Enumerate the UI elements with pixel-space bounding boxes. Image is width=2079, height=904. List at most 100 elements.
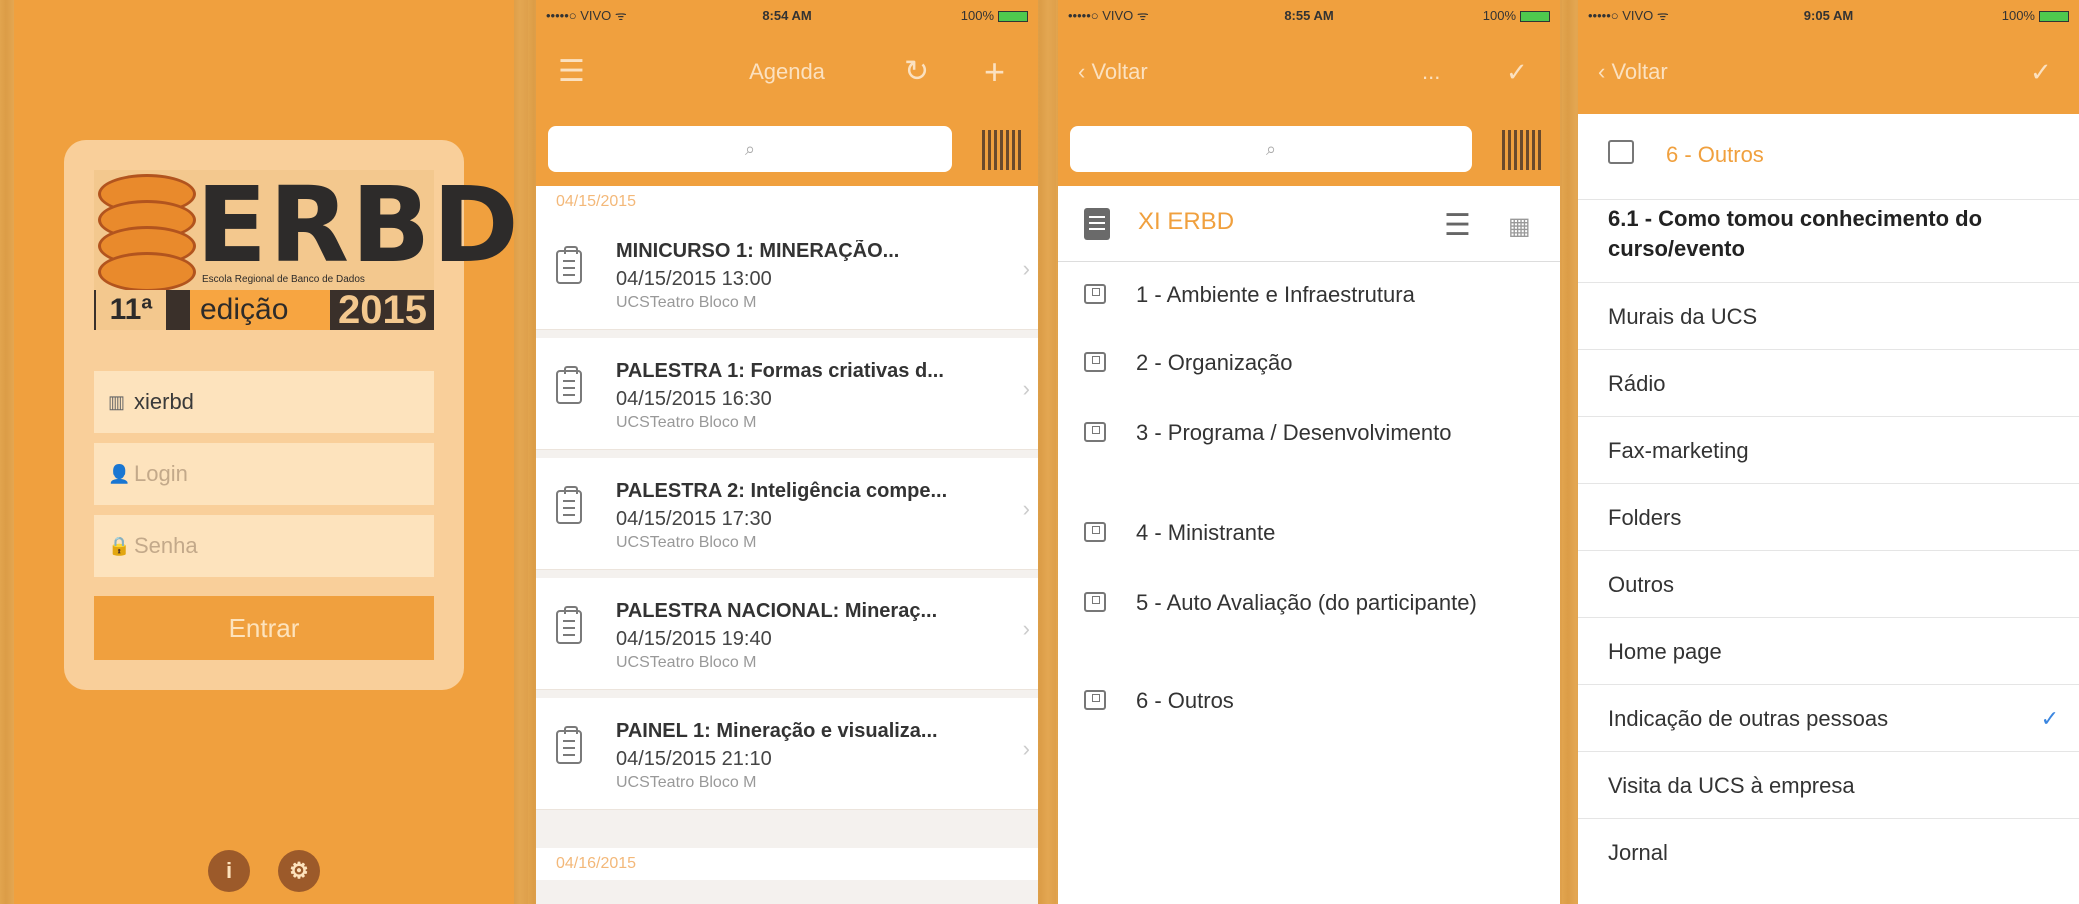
document-title: XI ERBD	[1138, 208, 1235, 235]
date-header: 04/16/2015	[536, 848, 1038, 880]
logo-year: 2015	[338, 288, 427, 332]
chevron-right-icon: ›	[1022, 256, 1030, 281]
settings-button[interactable]: ⚙	[278, 850, 320, 892]
folder-icon	[1084, 522, 1106, 542]
folder-icon	[1608, 140, 1634, 164]
confirm-check-icon[interactable]: ✓	[1506, 30, 1528, 114]
barcode-icon[interactable]	[982, 130, 1022, 170]
option-item[interactable]: Outros	[1578, 550, 2079, 617]
category-item[interactable]: 3 - Programa / Desenvolvimento	[1084, 418, 1544, 482]
option-item-selected[interactable]: Indicação de outras pessoas ✓	[1578, 684, 2079, 751]
folder-icon	[1084, 284, 1106, 304]
enter-button[interactable]: Entrar	[94, 596, 434, 660]
survey-navbar: ‹ Voltar ... ✓	[1058, 30, 1560, 114]
question-text: 6.1 - Como tomou conhecimento do curso/e…	[1608, 206, 1983, 261]
add-icon[interactable]: +	[984, 30, 1005, 114]
search-row: ⌕	[536, 114, 1038, 186]
survey-screen: •••••○ VIVO ᯤ 8:55 AM 100% ‹ Voltar ... …	[1058, 0, 1560, 904]
grid-view-icon[interactable]: ▦	[1508, 212, 1531, 241]
event-item[interactable]: PAINEL 1: Mineração e visualiza... 04/15…	[536, 698, 1038, 810]
option-item[interactable]: Jornal	[1578, 818, 2079, 885]
logo-edition-number: 11ª	[96, 290, 166, 330]
refresh-icon[interactable]: ↻	[904, 30, 929, 114]
erbd-logo: ERBD Escola Regional de Banco de Dados 1…	[94, 164, 514, 332]
login-field[interactable]: 👤 Login	[94, 443, 434, 505]
folder-icon	[1084, 690, 1106, 710]
logo-subtitle: Escola Regional de Banco de Dados	[202, 274, 365, 285]
password-field[interactable]: 🔒 Senha	[94, 515, 434, 577]
event-item[interactable]: MINICURSO 1: MINERAÇÃO... 04/15/2015 13:…	[536, 218, 1038, 330]
section-header: 6 - Outros	[1578, 114, 2079, 200]
document-icon	[1084, 208, 1110, 240]
folder-icon	[1084, 422, 1106, 442]
event-item[interactable]: PALESTRA 2: Inteligência compe... 04/15/…	[536, 458, 1038, 570]
event-item[interactable]: PALESTRA 1: Formas criativas d... 04/15/…	[536, 338, 1038, 450]
clipboard-icon	[556, 486, 582, 524]
username-field[interactable]: ▥ xierbd	[94, 371, 434, 433]
category-item[interactable]: 6 - Outros	[1084, 686, 1544, 726]
login-screen: ERBD Escola Regional de Banco de Dados 1…	[14, 0, 514, 904]
options-screen: •••••○ VIVO ᯤ 9:05 AM 100% ‹ Voltar ✓ 6 …	[1578, 0, 2079, 904]
info-button[interactable]: i	[208, 850, 250, 892]
event-item[interactable]: PALESTRA NACIONAL: Mineraç... 04/15/2015…	[536, 578, 1038, 690]
password-placeholder: Senha	[134, 533, 198, 558]
battery-icon	[1520, 10, 1551, 22]
database-icon	[98, 174, 196, 292]
option-item[interactable]: Home page	[1578, 617, 2079, 684]
agenda-navbar: ☰ Agenda ↻ +	[536, 30, 1038, 114]
search-row: ⌕	[1058, 114, 1560, 186]
user-icon: 👤	[108, 463, 131, 484]
list-view-icon[interactable]: ☰	[1444, 208, 1471, 243]
section-title: 6 - Outros	[1666, 142, 1764, 167]
option-item[interactable]: Folders	[1578, 483, 2079, 550]
login-placeholder: Login	[134, 461, 188, 486]
battery-icon	[998, 10, 1029, 22]
category-item[interactable]: 5 - Auto Avaliação (do participante)	[1084, 588, 1544, 652]
option-item[interactable]: Fax-marketing	[1578, 416, 2079, 483]
category-item[interactable]: 1 - Ambiente e Infraestrutura	[1084, 280, 1544, 320]
clipboard-icon	[556, 246, 582, 284]
search-icon: ⌕	[744, 139, 756, 159]
status-bar: •••••○ VIVO ᯤ 9:05 AM 100%	[1578, 0, 2079, 30]
clipboard-icon	[556, 366, 582, 404]
confirm-check-icon[interactable]: ✓	[2030, 30, 2052, 114]
logo-word: ERBD	[196, 164, 514, 286]
chevron-right-icon: ›	[1022, 616, 1030, 641]
document-header: XI ERBD ☰ ▦	[1058, 186, 1560, 262]
building-icon: ▥	[108, 391, 126, 412]
gear-icon: ⚙	[289, 858, 309, 883]
status-bar: •••••○ VIVO ᯤ 8:55 AM 100%	[1058, 0, 1560, 30]
username-value: xierbd	[134, 389, 194, 414]
login-card: ERBD Escola Regional de Banco de Dados 1…	[64, 140, 514, 690]
logo-edition-label: edição	[190, 290, 330, 330]
chevron-right-icon: ›	[1022, 496, 1030, 521]
checkmark-icon: ✓	[2040, 706, 2059, 731]
chevron-left-icon: ‹	[1078, 59, 1092, 84]
options-navbar: ‹ Voltar ✓	[1578, 30, 2079, 114]
barcode-icon[interactable]	[1502, 130, 1542, 170]
option-item[interactable]: Visita da UCS à empresa	[1578, 751, 2079, 818]
clipboard-icon	[556, 606, 582, 644]
agenda-screen: •••••○ VIVO ᯤ 8:54 AM 100% ☰ Agenda ↻ + …	[536, 0, 1038, 904]
search-input[interactable]: ⌕	[1070, 126, 1472, 172]
option-item[interactable]: Rádio	[1578, 349, 2079, 416]
date-header: 04/15/2015	[536, 186, 1038, 218]
battery-icon	[2038, 10, 2069, 22]
chevron-left-icon: ‹	[1598, 59, 1612, 84]
chevron-right-icon: ›	[1022, 736, 1030, 761]
category-item[interactable]: 2 - Organização	[1084, 348, 1544, 388]
more-button[interactable]: ...	[1422, 30, 1440, 114]
page-title: Agenda	[749, 59, 825, 84]
folder-icon	[1084, 352, 1106, 372]
search-input[interactable]: ⌕	[548, 126, 952, 172]
chevron-right-icon: ›	[1022, 376, 1030, 401]
folder-icon	[1084, 592, 1106, 612]
lock-icon: 🔒	[108, 535, 131, 556]
back-button[interactable]: ‹ Voltar	[1078, 30, 1148, 114]
status-bar: •••••○ VIVO ᯤ 8:54 AM 100%	[536, 0, 1038, 30]
option-item[interactable]: Murais da UCS	[1578, 282, 2079, 349]
category-item[interactable]: 4 - Ministrante	[1084, 518, 1544, 558]
search-icon: ⌕	[1265, 139, 1277, 159]
back-button[interactable]: ‹ Voltar	[1598, 30, 1668, 114]
clipboard-icon	[556, 726, 582, 764]
